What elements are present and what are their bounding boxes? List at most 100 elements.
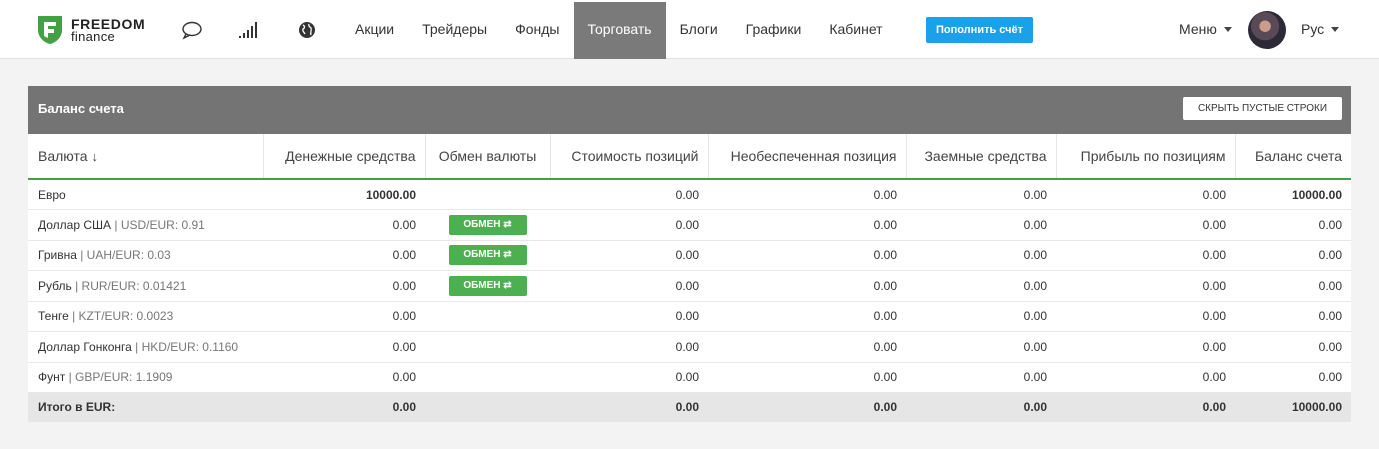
borrowed-cell: 0.00	[906, 331, 1056, 363]
exchange-cell: ОБМЕН ⇄	[425, 209, 550, 241]
balance-cell: 10000.00	[1235, 179, 1351, 210]
total-cash: 0.00	[263, 392, 425, 422]
currency-cell: Рубль | RUR/EUR: 0.01421	[28, 270, 263, 302]
account-balance-panel: Баланс счета СКРЫТЬ ПУСТЫЕ СТРОКИ Валюта…	[28, 86, 1351, 422]
currency-name: Фунт	[38, 370, 66, 385]
column-header-exchange[interactable]: Обмен валюты	[425, 134, 551, 180]
unsecured-cell: 0.00	[708, 240, 906, 271]
positions-cell: 0.00	[550, 331, 708, 363]
currency-name: Доллар США	[38, 217, 112, 232]
main-nav: Акции Трейдеры Фонды Торговать Блоги Гра…	[341, 2, 897, 59]
nav-charts[interactable]: Графики	[732, 2, 816, 59]
positions-cell: 0.00	[550, 362, 708, 393]
nav-stocks[interactable]: Акции	[341, 2, 408, 59]
column-header-unsecured[interactable]: Необеспеченная позиция	[708, 134, 907, 180]
profit-cell: 0.00	[1056, 179, 1235, 210]
positions-cell: 0.00	[550, 179, 708, 210]
currency-cell: Фунт | GBP/EUR: 1.1909	[28, 362, 263, 393]
borrowed-cell: 0.00	[906, 240, 1056, 271]
nav-blogs[interactable]: Блоги	[666, 2, 732, 59]
column-header-currency[interactable]: Валюта ↓	[28, 134, 264, 180]
exchange-button[interactable]: ОБМЕН ⇄	[448, 275, 527, 296]
balance-cell: 0.00	[1235, 301, 1351, 332]
column-header-balance[interactable]: Баланс счета	[1235, 134, 1351, 180]
exchange-cell	[425, 301, 550, 332]
total-borrowed: 0.00	[906, 392, 1056, 422]
sort-down-icon[interactable]: ↓	[92, 149, 99, 164]
total-positions: 0.00	[550, 392, 708, 422]
currency-cell: Евро	[28, 179, 263, 210]
exchange-button[interactable]: ОБМЕН ⇄	[448, 245, 527, 266]
shield-logo-icon	[38, 16, 62, 44]
exchange-rate: | KZT/EUR: 0.0023	[72, 309, 174, 324]
exchange-rate: | UAH/EUR: 0.03	[80, 248, 171, 263]
table-row: Гривна | UAH/EUR: 0.03 0.00 ОБМЕН ⇄ 0.00 0.0…	[28, 240, 1351, 271]
currency-name: Доллар Гонконга	[38, 339, 132, 354]
positions-cell: 0.00	[550, 209, 708, 241]
brand-subname: finance	[71, 29, 116, 44]
borrowed-cell: 0.00	[906, 270, 1056, 302]
cash-cell: 0.00	[263, 209, 425, 241]
currency-name: Тенге	[38, 309, 69, 324]
menu-dropdown[interactable]: Меню	[1179, 21, 1232, 37]
deposit-button[interactable]: Пополнить счёт	[926, 17, 1033, 43]
exchange-cell: ОБМЕН ⇄	[425, 270, 550, 302]
balance-cell: 0.00	[1235, 209, 1351, 241]
table-row: Доллар США | USD/EUR: 0.91 0.00 ОБМЕН ⇄ 0.0…	[28, 209, 1351, 241]
language-dropdown[interactable]: Рус	[1301, 21, 1340, 37]
exchange-rate: | RUR/EUR: 0.01421	[75, 278, 187, 293]
caret-down-icon	[1223, 27, 1232, 32]
nav-funds[interactable]: Фонды	[501, 2, 573, 59]
panel-header: Баланс счета СКРЫТЬ ПУСТЫЕ СТРОКИ	[28, 86, 1351, 134]
balance-cell: 0.00	[1235, 270, 1351, 302]
cash-cell: 0.00	[263, 331, 425, 363]
exchange-cell	[425, 362, 550, 393]
unsecured-cell: 0.00	[708, 209, 906, 241]
profit-cell: 0.00	[1056, 331, 1235, 363]
globe-icon[interactable]	[297, 20, 319, 40]
positions-cell: 0.00	[550, 301, 708, 332]
total-balance: 10000.00	[1235, 392, 1351, 422]
borrowed-cell: 0.00	[906, 362, 1056, 393]
cash-cell: 10000.00	[263, 179, 425, 210]
exchange-cell: ОБМЕН ⇄	[425, 240, 550, 271]
profit-cell: 0.00	[1056, 270, 1235, 302]
total-exchange-cell	[425, 392, 550, 422]
currency-cell: Доллар Гонконга | HKD/EUR: 0.1160	[28, 331, 263, 363]
table-row: Евро 10000.00 0.00 0.00 0.00 0.00 10000.00	[28, 179, 1351, 210]
exchange-rate: | HKD/EUR: 0.1160	[135, 339, 239, 354]
nav-trade[interactable]: Торговать	[573, 2, 666, 59]
unsecured-cell: 0.00	[708, 362, 906, 393]
exchange-button[interactable]: ОБМЕН ⇄	[448, 214, 527, 235]
unsecured-cell: 0.00	[708, 301, 906, 332]
total-profit: 0.00	[1056, 392, 1235, 422]
signal-icon[interactable]	[238, 20, 260, 40]
cash-cell: 0.00	[263, 362, 425, 393]
currency-name: Евро	[38, 187, 66, 202]
currency-name: Рубль	[38, 278, 72, 293]
column-header-profit[interactable]: Прибыль по позициям	[1056, 134, 1236, 180]
profit-cell: 0.00	[1056, 301, 1235, 332]
profit-cell: 0.00	[1056, 240, 1235, 271]
nav-cabinet[interactable]: Кабинет	[815, 2, 896, 59]
balance-cell: 0.00	[1235, 331, 1351, 363]
column-header-positions[interactable]: Стоимость позиций	[550, 134, 709, 180]
menu-label: Меню	[1179, 21, 1217, 37]
chat-icon[interactable]	[181, 20, 203, 40]
hide-empty-rows-button[interactable]: СКРЫТЬ ПУСТЫЕ СТРОКИ	[1183, 97, 1342, 120]
cash-cell: 0.00	[263, 240, 425, 271]
cash-cell: 0.00	[263, 270, 425, 302]
balance-cell: 0.00	[1235, 362, 1351, 393]
freedom-finance-logo[interactable]: FREEDOM finance	[37, 14, 152, 46]
column-header-borrowed[interactable]: Заемные средства	[906, 134, 1057, 180]
nav-traders[interactable]: Трейдеры	[408, 2, 501, 59]
column-header-cash[interactable]: Денежные средства	[263, 134, 426, 180]
table-row: Тенге | KZT/EUR: 0.0023 0.00 0.00 0.00 0.00 0…	[28, 301, 1351, 332]
language-label: Рус	[1301, 21, 1325, 37]
unsecured-cell: 0.00	[708, 270, 906, 302]
currency-cell: Тенге | KZT/EUR: 0.0023	[28, 301, 263, 332]
balance-cell: 0.00	[1235, 240, 1351, 271]
currency-cell: Доллар США | USD/EUR: 0.91	[28, 209, 263, 241]
avatar[interactable]	[1248, 11, 1286, 49]
table-header-row: Валюта ↓ Денежные средства Обмен валюты С…	[28, 134, 1351, 180]
